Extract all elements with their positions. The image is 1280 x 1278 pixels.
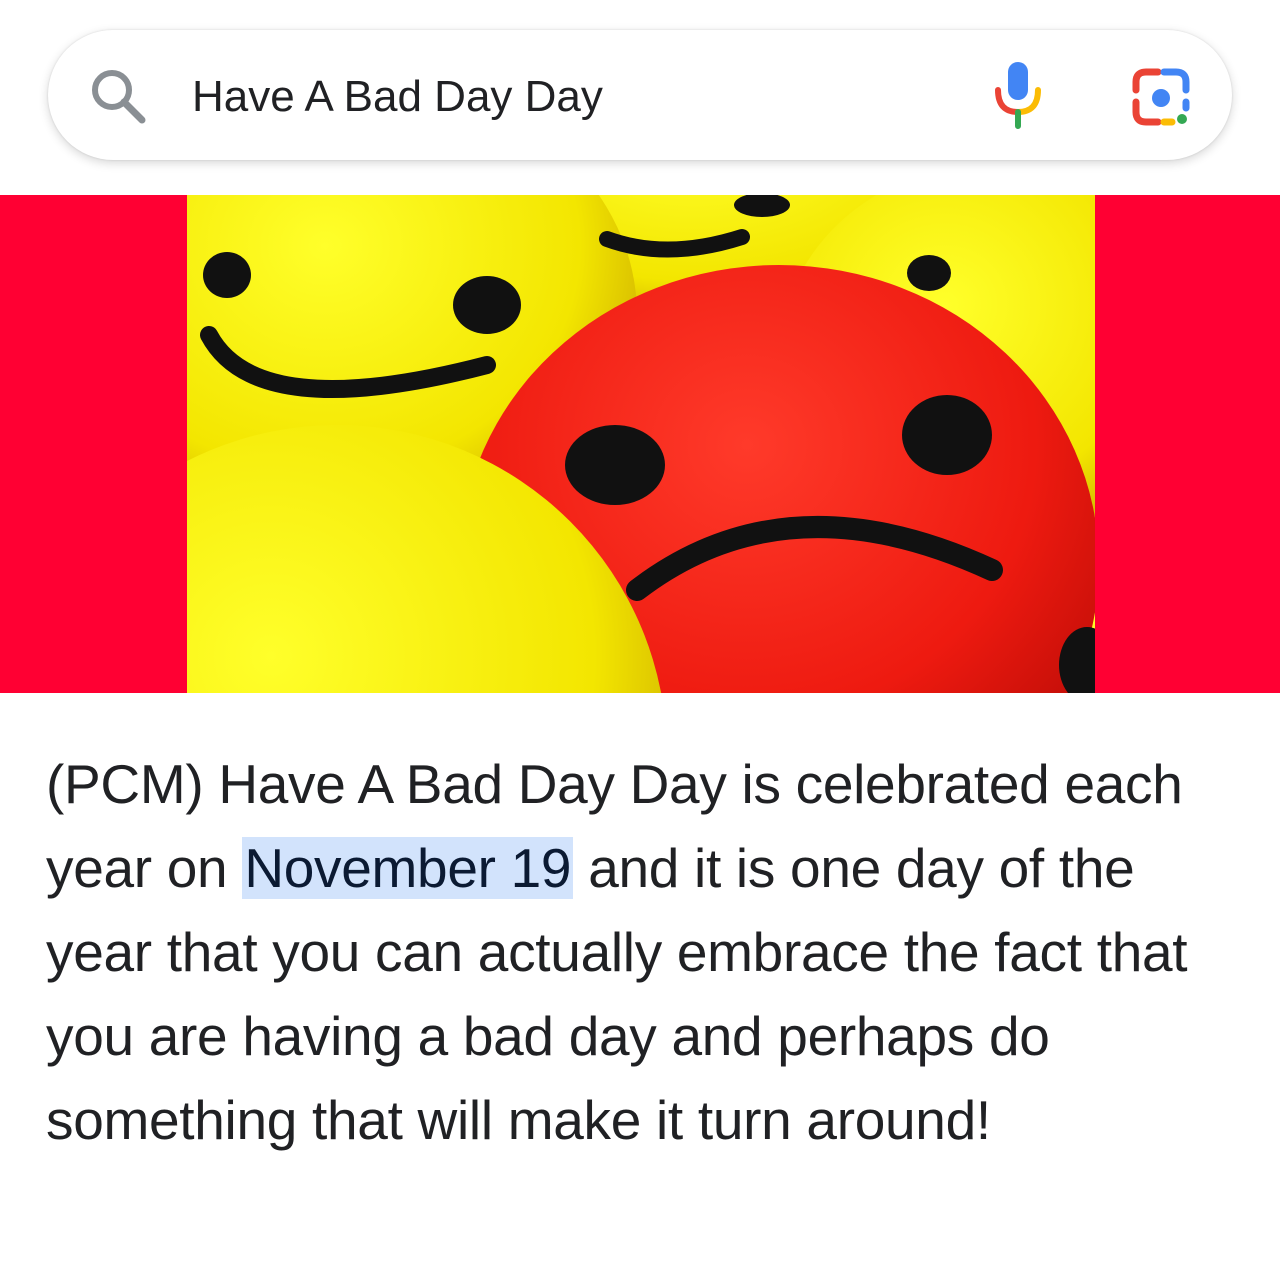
search-input[interactable]	[192, 62, 932, 132]
search-icon[interactable]	[88, 66, 148, 126]
emoji-balls-image[interactable]	[187, 195, 1095, 693]
microphone-icon[interactable]	[990, 60, 1046, 130]
highlighted-date: November 19	[242, 837, 574, 899]
google-lens-icon[interactable]	[1128, 64, 1194, 130]
image-result-band[interactable]	[0, 195, 1280, 693]
search-results-page: (PCM) Have A Bad Day Day is celebrated e…	[0, 0, 1280, 1278]
result-snippet: (PCM) Have A Bad Day Day is celebrated e…	[46, 742, 1246, 1162]
